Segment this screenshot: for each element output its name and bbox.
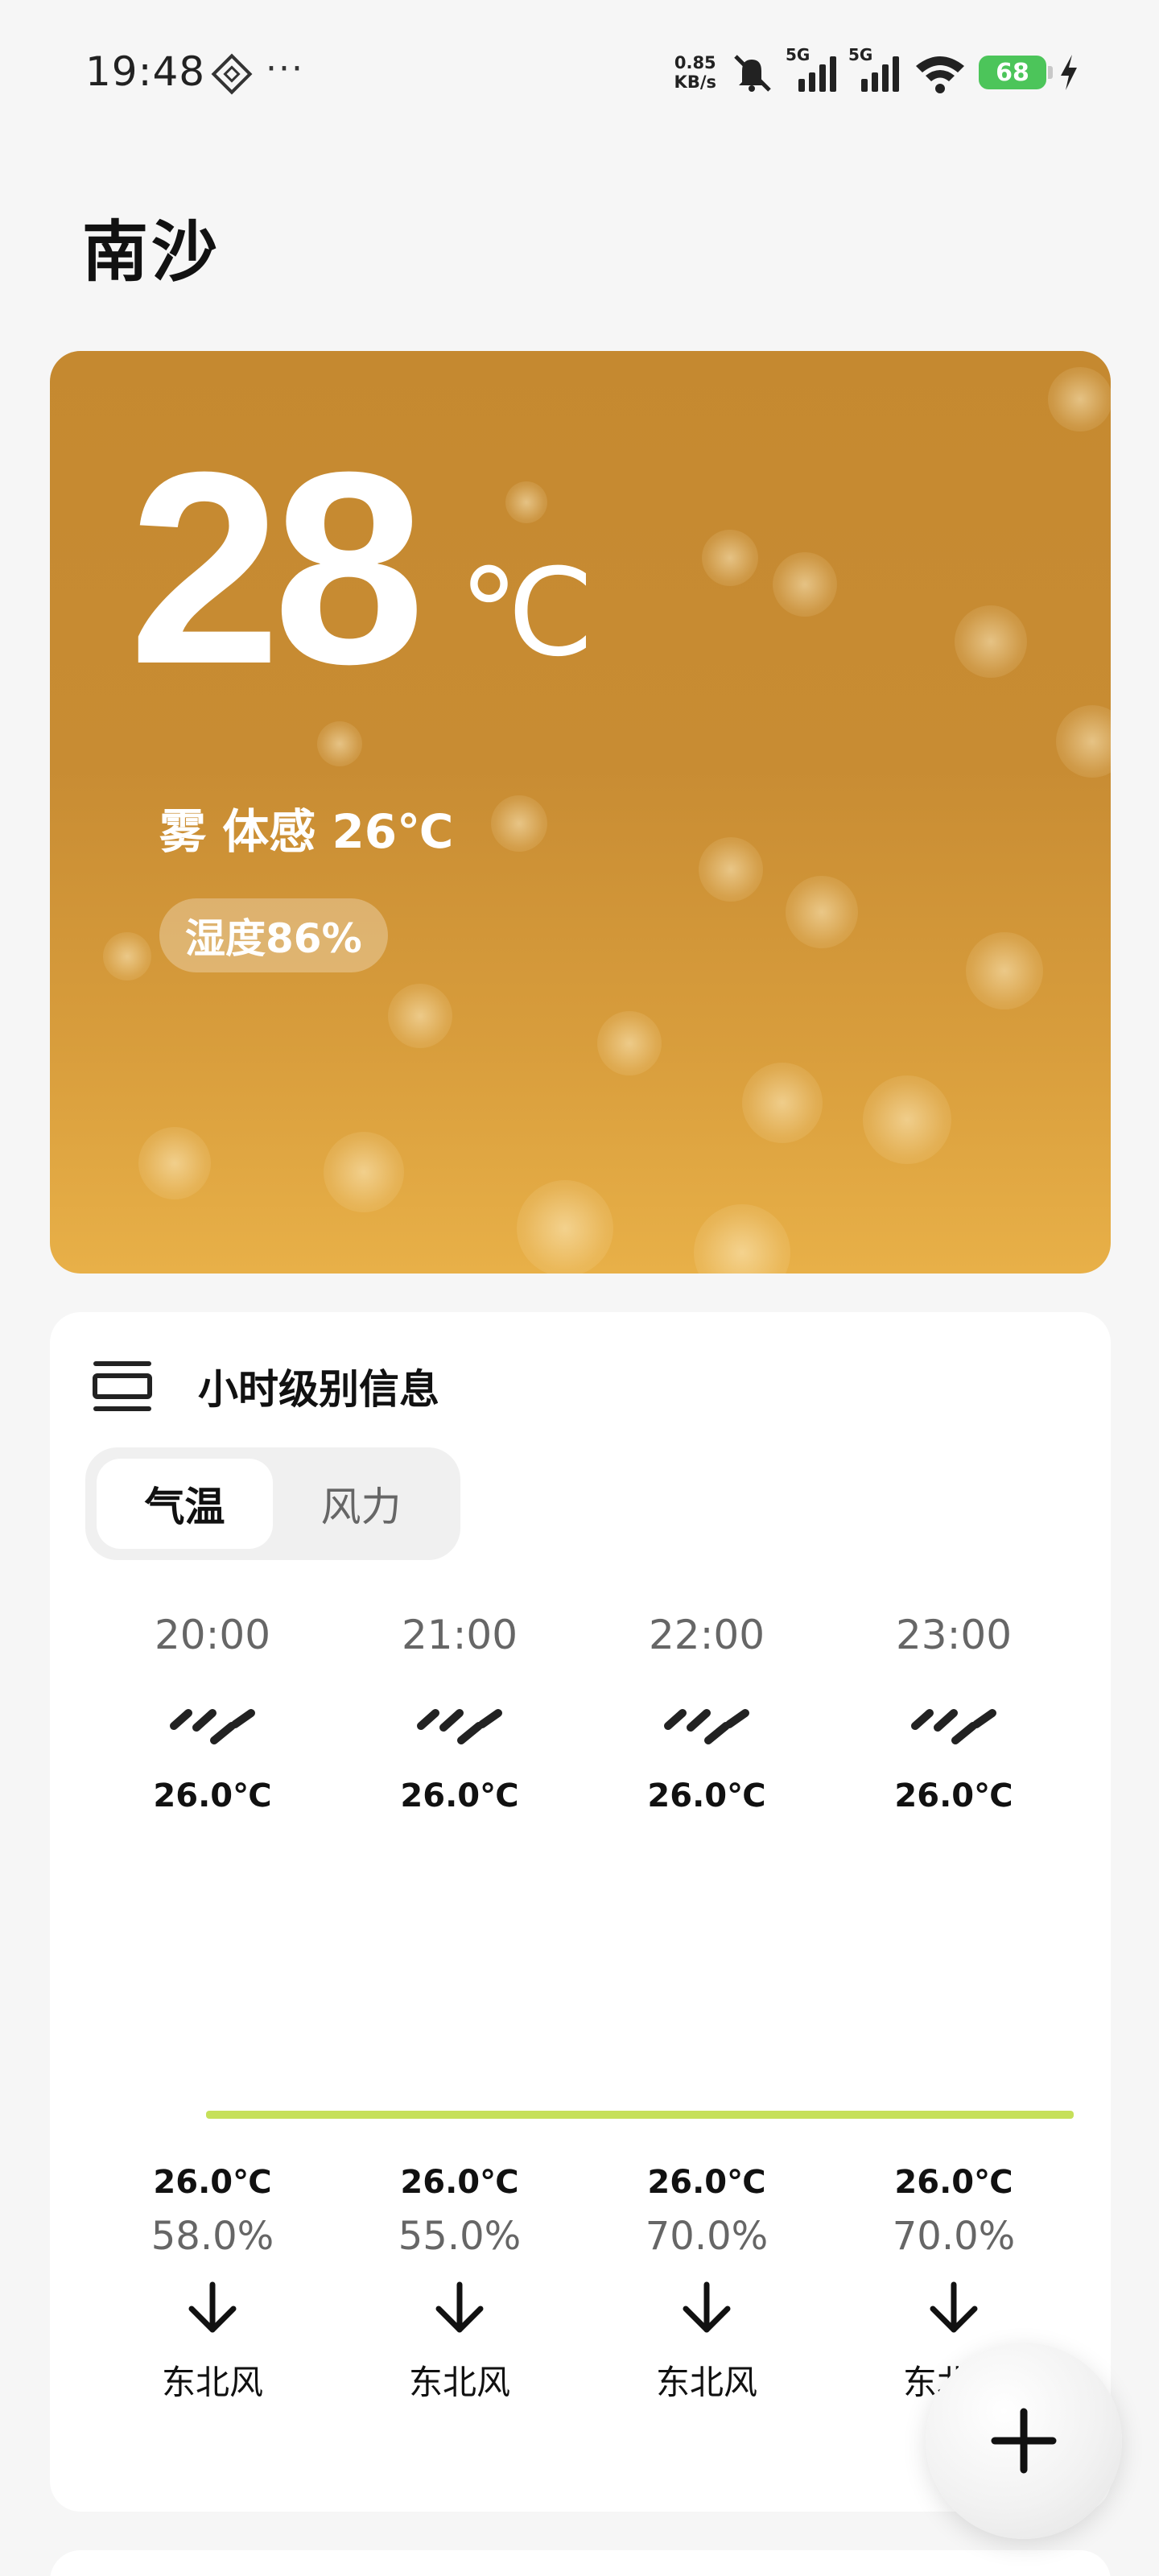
hour-temperature: 26.0℃ <box>153 1777 272 1814</box>
decor-bubble <box>324 1132 404 1212</box>
hourly-info-card: 小时级别信息 气温 风力 20:00 26.0℃ 21:00 26.0℃ 22:… <box>50 1312 1111 2512</box>
add-city-button[interactable] <box>926 2343 1122 2539</box>
tab-temperature[interactable]: 气温 <box>97 1459 273 1549</box>
hour-wind-direction: 东北风 <box>655 2363 757 2402</box>
decor-bubble <box>138 1127 211 1199</box>
status-right-group: 0.85 KB/s 5G 5G 68 <box>674 45 1080 98</box>
decor-bubble <box>103 932 151 980</box>
net-speed-unit: KB/s <box>674 72 716 92</box>
wind-direction-arrow-icon <box>188 2281 237 2333</box>
decor-bubble <box>966 932 1043 1009</box>
decor-bubble <box>699 837 763 902</box>
hour-time: 23:00 <box>895 1612 1013 1658</box>
mute-icon <box>734 55 771 92</box>
network-speed: 0.85 KB/s <box>674 53 716 92</box>
battery-icon: 68 <box>979 56 1053 89</box>
more-notifications-icon: ··· <box>266 48 304 89</box>
hour-detail-column: 26.0℃ 58.0% 东北风 <box>124 2164 301 2405</box>
plus-icon <box>991 2408 1057 2474</box>
hourly-header: 小时级别信息 <box>92 1357 439 1415</box>
decor-bubble <box>505 481 547 523</box>
temperature-unit: ℃ <box>459 545 595 680</box>
decor-bubble <box>786 876 858 948</box>
wind-direction-arrow-icon <box>683 2281 731 2333</box>
tab-wind[interactable]: 风力 <box>273 1459 449 1549</box>
fog-icon <box>664 1709 749 1744</box>
decor-bubble <box>863 1075 951 1164</box>
hour-humidity: 70.0% <box>645 2214 769 2259</box>
hourly-list-icon <box>93 1361 152 1411</box>
decor-bubble <box>1056 705 1111 778</box>
decor-bubble <box>388 984 452 1048</box>
hour-temperature-bottom: 26.0℃ <box>153 2164 272 2201</box>
hourly-title: 小时级别信息 <box>198 1366 439 1413</box>
status-bar: 19:48 ··· 0.85 KB/s 5G 5G 68 <box>0 0 1159 145</box>
hour-detail-column: 26.0℃ 70.0% 东北风 <box>618 2164 795 2405</box>
sim2-signal: 5G <box>848 45 901 95</box>
hour-humidity: 58.0% <box>151 2214 274 2259</box>
app-notification-icon <box>211 53 253 95</box>
hour-temperature-bottom: 26.0℃ <box>400 2164 519 2201</box>
decor-bubble <box>702 530 758 586</box>
decor-bubble <box>955 605 1027 678</box>
temperature-trend-line <box>206 2111 1074 2119</box>
decor-bubble <box>491 795 547 852</box>
status-time: 19:48 <box>85 48 206 95</box>
hour-column[interactable]: 22:00 26.0℃ <box>618 1612 795 1814</box>
decor-bubble <box>1048 367 1111 431</box>
net-speed-value: 0.85 <box>674 53 716 72</box>
hourly-segment-control: 气温 风力 <box>85 1447 460 1560</box>
hour-wind-direction: 东北风 <box>161 2363 263 2402</box>
decor-bubble <box>517 1180 613 1274</box>
sim1-signal: 5G <box>786 45 839 95</box>
hour-temperature-bottom: 26.0℃ <box>894 2164 1013 2201</box>
city-name: 南沙 <box>82 214 221 291</box>
hour-temperature: 26.0℃ <box>400 1777 519 1814</box>
fog-icon <box>417 1709 502 1744</box>
hour-humidity: 70.0% <box>892 2214 1016 2259</box>
condition-feels-like: 雾 体感 26℃ <box>159 804 454 859</box>
hour-time: 21:00 <box>401 1612 518 1658</box>
wind-direction-arrow-icon <box>435 2281 484 2333</box>
hour-column[interactable]: 23:00 26.0℃ <box>865 1612 1042 1814</box>
hour-column[interactable]: 20:00 26.0℃ <box>124 1612 301 1814</box>
decor-bubble <box>597 1011 662 1075</box>
hour-temperature: 26.0℃ <box>647 1777 766 1814</box>
sim2-label: 5G <box>848 45 873 64</box>
humidity-badge: 湿度86% <box>159 898 388 972</box>
wind-direction-arrow-icon <box>930 2281 978 2333</box>
decor-bubble <box>773 552 837 617</box>
hour-wind-direction: 东北风 <box>408 2363 510 2402</box>
hour-temperature: 26.0℃ <box>894 1777 1013 1814</box>
current-weather-card[interactable]: 28 ℃ 雾 体感 26℃ 湿度86% <box>50 351 1111 1274</box>
hour-time: 20:00 <box>154 1612 271 1658</box>
fog-icon <box>911 1709 996 1744</box>
wifi-icon <box>916 56 964 93</box>
decor-bubble <box>317 721 362 766</box>
hour-time: 22:00 <box>648 1612 765 1658</box>
hour-detail-column: 26.0℃ 55.0% 东北风 <box>371 2164 548 2405</box>
next-info-card <box>50 2550 1111 2576</box>
hour-humidity: 55.0% <box>398 2214 522 2259</box>
fog-icon <box>170 1709 255 1744</box>
current-temperature: 28 <box>129 415 425 721</box>
decor-bubble <box>742 1063 823 1143</box>
hour-column[interactable]: 21:00 26.0℃ <box>371 1612 548 1814</box>
decor-bubble <box>694 1204 790 1274</box>
sim1-label: 5G <box>786 45 810 64</box>
hour-temperature-bottom: 26.0℃ <box>647 2164 766 2201</box>
charging-icon <box>1061 55 1077 90</box>
weather-app-screen: 19:48 ··· 0.85 KB/s 5G 5G 68 南沙 28 ℃ 雾 体… <box>0 0 1159 2576</box>
